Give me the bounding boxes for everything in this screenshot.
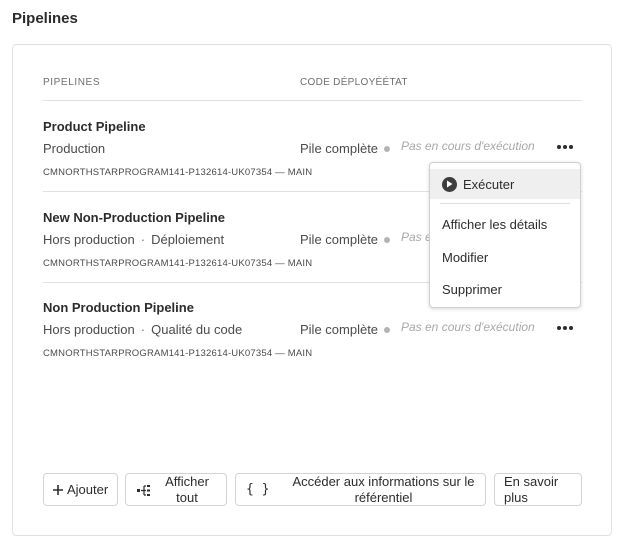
learn-more-button[interactable]: En savoir plus — [494, 473, 582, 506]
show-all-button[interactable]: Afficher tout — [125, 473, 227, 506]
menu-divider — [440, 203, 570, 204]
pipeline-type: Production — [43, 141, 106, 156]
pipeline-deployed-code: Pile complète — [300, 232, 391, 247]
pipeline-repository: CMNORTHSTARPROGRAM141-P132614-UK07354 — … — [43, 167, 313, 178]
column-header-pipelines: PIPELINES — [43, 77, 101, 88]
menu-item-run[interactable]: Exécuter — [430, 169, 580, 199]
ellipsis-icon — [557, 326, 561, 330]
page-title: Pipelines — [12, 10, 78, 27]
status-dot-icon — [384, 236, 391, 243]
status-dot-icon — [384, 145, 391, 152]
play-icon — [442, 176, 457, 192]
repository-info-button[interactable]: { } Accéder aux informations sur le réfé… — [235, 473, 486, 506]
pipeline-repository: CMNORTHSTARPROGRAM141-P132614-UK07354 — … — [43, 348, 313, 359]
column-header-status: ÉTAT — [382, 77, 408, 88]
more-actions-button[interactable] — [554, 137, 576, 157]
ellipsis-icon — [557, 145, 561, 149]
pipeline-name[interactable]: Non Production Pipeline — [43, 300, 194, 315]
braces-icon: { } — [246, 482, 270, 497]
add-button[interactable]: Ajouter — [43, 473, 118, 506]
menu-item-edit[interactable]: Modifier — [430, 242, 580, 272]
pipeline-context-menu: Exécuter Afficher les détails Modifier S… — [429, 162, 581, 308]
pipeline-type: Hors production · Qualité du code — [43, 322, 243, 337]
pipeline-deployed-code: Pile complète — [300, 322, 391, 337]
column-header-code-status: CODE DÉPLOYÉÉTAT — [300, 77, 408, 88]
pipeline-repository: CMNORTHSTARPROGRAM141-P132614-UK07354 — … — [43, 258, 313, 269]
plus-icon — [53, 484, 63, 495]
pipeline-type: Hors production · Déploiement — [43, 232, 225, 247]
menu-item-details[interactable]: Afficher les détails — [430, 209, 580, 239]
pipeline-status: Pas en cours d'exécution — [401, 320, 535, 334]
pipeline-status: Pas en cours d'exécution — [401, 139, 535, 153]
menu-item-delete[interactable]: Supprimer — [430, 274, 580, 304]
more-actions-button[interactable] — [554, 318, 576, 338]
pipeline-deployed-code: Pile complète — [300, 141, 391, 156]
column-header-code-deployed: CODE DÉPLOYÉ — [300, 77, 383, 88]
pipeline-name[interactable]: Product Pipeline — [43, 119, 146, 134]
pipeline-flow-icon — [137, 484, 150, 496]
pipeline-name[interactable]: New Non-Production Pipeline — [43, 210, 225, 225]
status-dot-icon — [384, 326, 391, 333]
